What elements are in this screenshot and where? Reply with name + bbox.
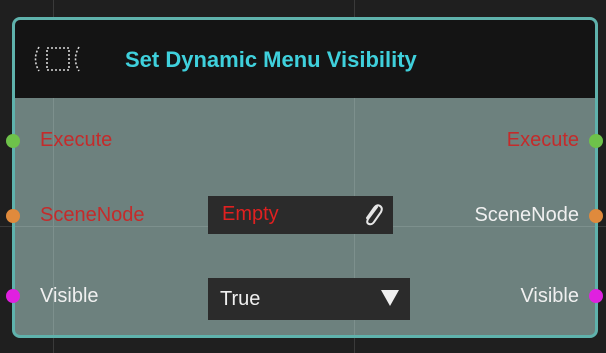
execute-output-label: Execute bbox=[506, 129, 579, 151]
execute-input-label: Execute bbox=[40, 129, 113, 151]
visible-dropdown-value: True bbox=[220, 288, 261, 310]
dropdown-caret-icon bbox=[381, 290, 399, 306]
node-title: Set Dynamic Menu Visibility bbox=[125, 47, 417, 72]
scenenode-input-label: SceneNode bbox=[40, 204, 145, 226]
scenenode-input-pin[interactable] bbox=[6, 209, 20, 223]
scenenode-output-label: SceneNode bbox=[474, 204, 579, 226]
visible-input-pin[interactable] bbox=[6, 289, 20, 303]
execute-output-pin[interactable] bbox=[589, 134, 603, 148]
paperclip-icon[interactable] bbox=[361, 201, 385, 229]
visible-output-pin[interactable] bbox=[589, 289, 603, 303]
scenenode-output-pin[interactable] bbox=[589, 209, 603, 223]
node-type-icon bbox=[34, 46, 80, 72]
execute-input-pin[interactable] bbox=[6, 134, 20, 148]
scenenode-field-value: Empty bbox=[222, 203, 279, 225]
node-header[interactable]: Set Dynamic Menu Visibility bbox=[15, 20, 595, 98]
scenenode-object-field[interactable]: Empty bbox=[208, 196, 393, 234]
visible-output-label: Visible bbox=[520, 285, 579, 307]
visible-dropdown[interactable]: True bbox=[208, 278, 410, 320]
visible-input-label: Visible bbox=[40, 285, 99, 307]
